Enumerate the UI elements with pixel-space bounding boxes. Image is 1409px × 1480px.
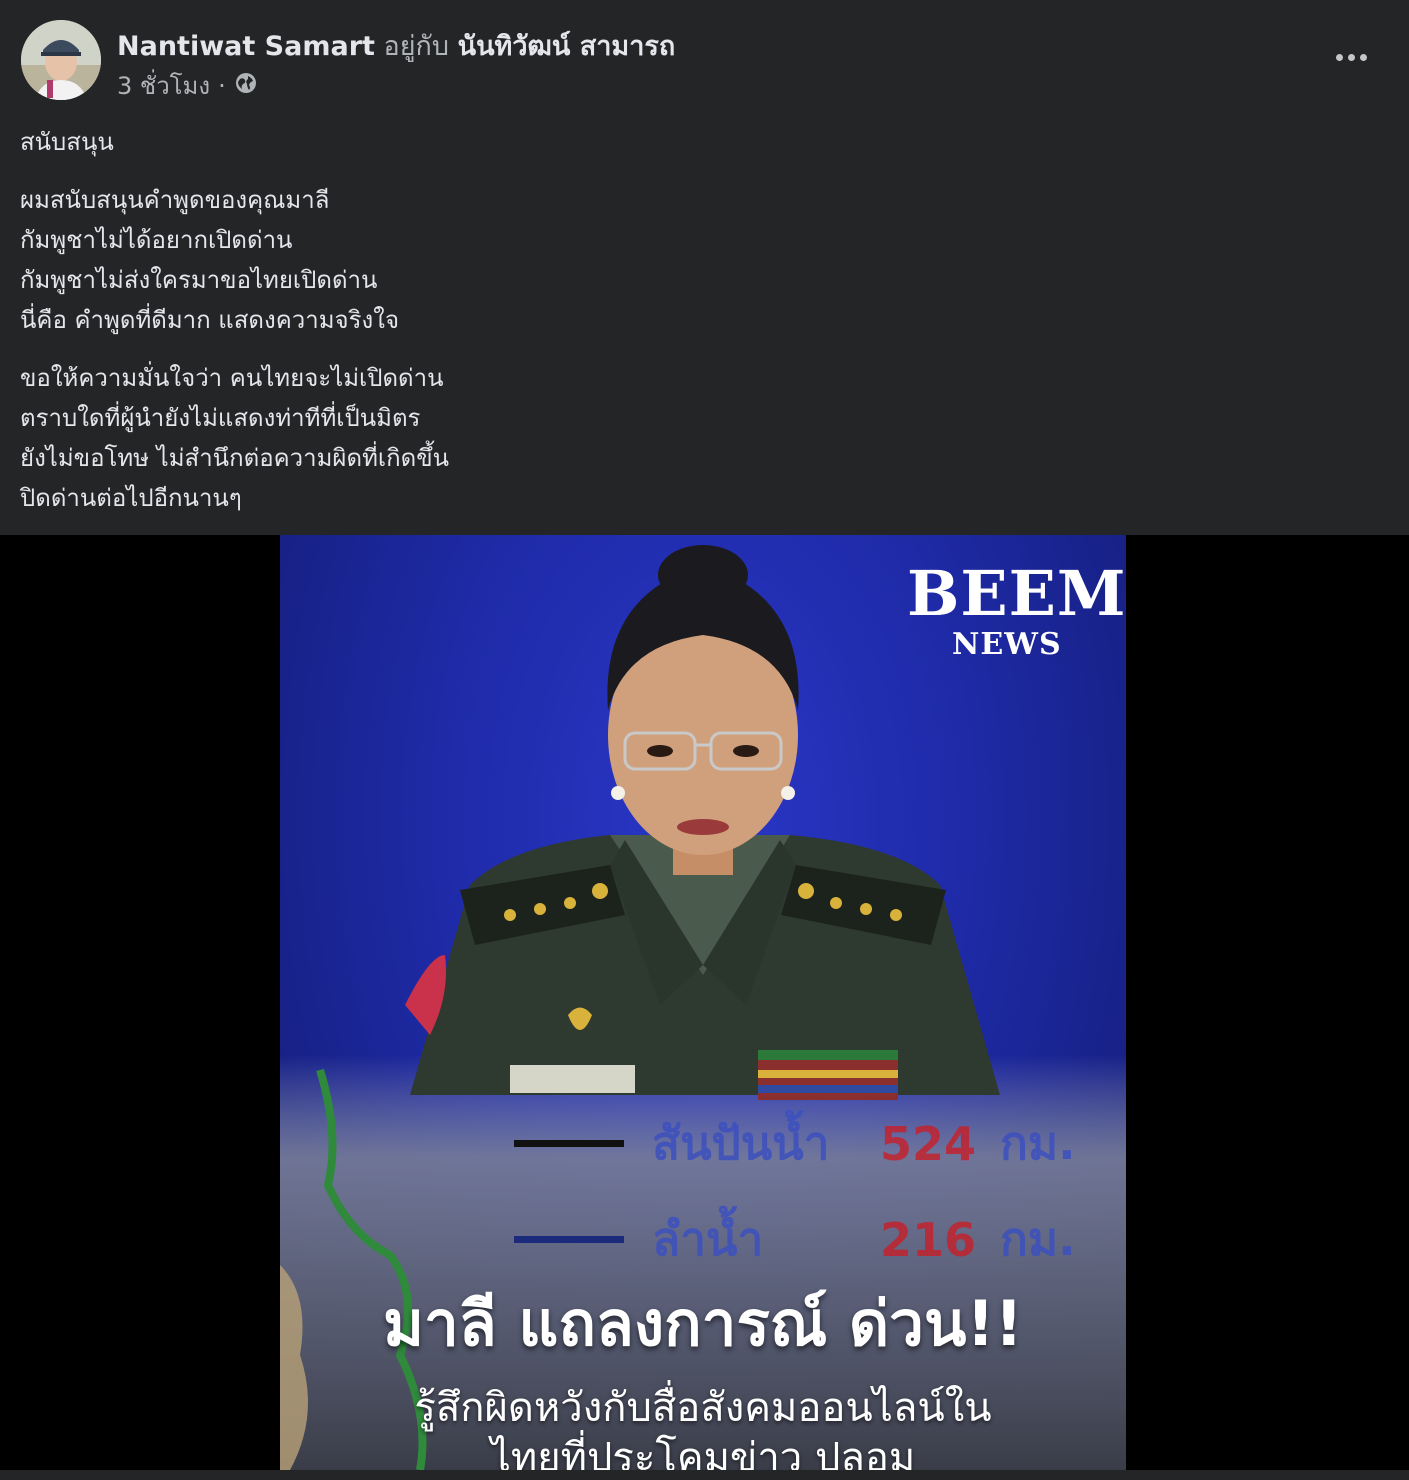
map-legend-value: 216 — [880, 1212, 977, 1267]
post-line: ขอให้ความมั่นใจว่า คนไทยจะไม่เปิดด่าน — [20, 364, 444, 392]
tagged-user-link[interactable]: นันทิวัฒน์ สามารถ — [458, 31, 676, 62]
post-line: กัมพูชาไม่ได้อยากเปิดด่าน — [20, 226, 293, 254]
image-headline: มาลี แถลงการณ์ ด่วน!! — [383, 1287, 1023, 1360]
post-paragraph-3: ขอให้ความมั่นใจว่า คนไทยจะไม่เปิดด่าน ตร… — [20, 358, 1380, 518]
brand-logo-sub: NEWS — [952, 627, 1062, 662]
menu-dot — [1335, 53, 1343, 61]
map-legend-unit: กม. — [1000, 1116, 1076, 1170]
map-legend-label: สันปันน้ำ — [652, 1116, 830, 1170]
post-text: สนับสนุน ผมสนับสนุนคำพูดของคุณมาลี กัมพู… — [20, 122, 1380, 536]
author-name-link[interactable]: Nantiwat Samart — [117, 31, 375, 62]
post-line: ยังไม่ขอโทษ ไม่สำนึกต่อความผิดที่เกิดขึ้… — [20, 444, 450, 472]
more-options-icon[interactable] — [1326, 40, 1376, 74]
with-label: อยู่กับ — [383, 31, 450, 62]
menu-dot — [1359, 53, 1367, 61]
menu-dot — [1347, 53, 1355, 61]
post-paragraph-1: สนับสนุน — [20, 122, 1380, 162]
post-line: ตราบใดที่ผู้นำยังไม่แสดงท่าทีที่เป็นมิตร — [20, 404, 421, 432]
post-paragraph-2: ผมสนับสนุนคำพูดของคุณมาลี กัมพูชาไม่ได้อ… — [20, 180, 1380, 340]
map-legend-unit: กม. — [1000, 1212, 1076, 1266]
post-line: ผมสนับสนุนคำพูดของคุณมาลี — [20, 186, 330, 214]
globe-icon[interactable] — [234, 71, 258, 101]
post-line: นี่คือ คำพูดที่ดีมาก แสดงความจริงใจ — [20, 306, 400, 334]
image-subtitle-line: ไทยที่ประโคมข่าว ปลอม — [490, 1435, 916, 1470]
avatar-image — [21, 20, 101, 100]
post-line: สนับสนุน — [20, 128, 114, 156]
post-line: ปิดด่านต่อไปอีกนานๆ — [20, 484, 242, 512]
map-legend-label: ลำน้ำ — [652, 1212, 764, 1266]
map-legend-value: 524 — [880, 1116, 977, 1171]
post-timestamp[interactable]: 3 ชั่วโมง — [117, 66, 210, 105]
post-card: Nantiwat Samart อยู่กับ นันทิวัฒน์ สามาร… — [0, 0, 1409, 535]
post-header-title: Nantiwat Samart อยู่กับ นันทิวัฒน์ สามาร… — [117, 24, 675, 67]
image-subtitle-line: รู้สึกผิดหวังกับสื่อสังคมออนไลน์ใน — [414, 1385, 992, 1431]
feed-divider — [0, 1470, 1409, 1480]
post-photo[interactable]: BEEM NEWS สันปันน้ำ 524 กม. ลำน้ำ 216 กม… — [280, 535, 1126, 1470]
legend-line-blue — [514, 1236, 624, 1243]
brand-logo: BEEM — [907, 557, 1126, 630]
post-line: กัมพูชาไม่ส่งใครมาขอไทยเปิดด่าน — [20, 266, 378, 294]
meta-separator: · — [218, 71, 226, 100]
map-legend-row: สันปันน้ำ 524 กม. — [514, 1107, 1076, 1180]
post-meta: 3 ชั่วโมง · — [117, 66, 258, 105]
map-legend-row: ลำน้ำ 216 กม. — [514, 1203, 1076, 1276]
legend-line-black — [514, 1140, 624, 1147]
image-subtitle: รู้สึกผิดหวังกับสื่อสังคมออนไลน์ใน ไทยที… — [280, 1383, 1126, 1470]
post-media[interactable]: BEEM NEWS สันปันน้ำ 524 กม. ลำน้ำ 216 กม… — [0, 535, 1409, 1470]
globe-icon-graphic — [235, 72, 256, 93]
author-avatar[interactable] — [21, 20, 101, 100]
